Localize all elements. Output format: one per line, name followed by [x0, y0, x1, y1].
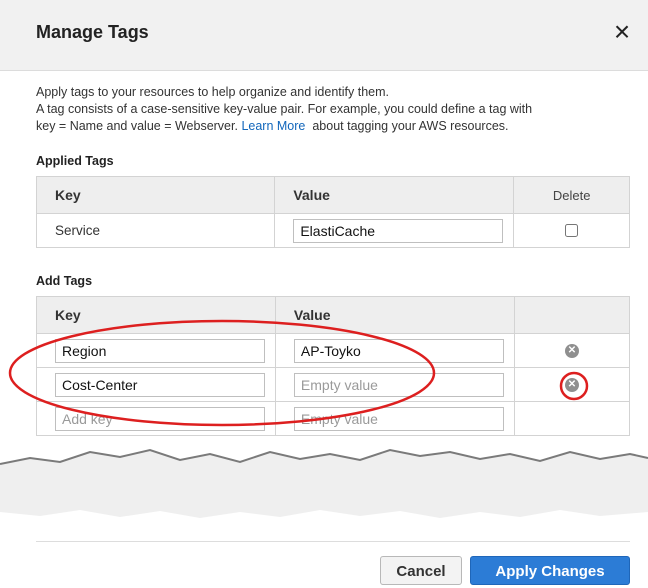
key-column-header: Key: [36, 296, 276, 334]
intro-line-3-pre: key = Name and value = Webserver.: [36, 119, 238, 133]
remove-circle-icon[interactable]: ✕: [564, 377, 579, 392]
table-row: Service: [35, 213, 630, 248]
add-key-input[interactable]: [55, 406, 265, 431]
delete-checkbox[interactable]: [565, 224, 579, 237]
applied-key-text: Service: [55, 223, 101, 238]
add-tags-table: Key Value ✕ ✕: [36, 296, 631, 436]
dialog-title: Manage Tags: [36, 22, 149, 42]
table-row: ✕: [36, 333, 631, 368]
tag-value-input[interactable]: [293, 372, 504, 397]
manage-tags-dialog: Manage Tags × Apply tags to your resourc…: [0, 0, 648, 588]
table-header-row: Key Value: [36, 296, 631, 334]
footer-divider: [36, 541, 630, 542]
value-column-header: Value: [274, 176, 515, 214]
remove-column-header: [513, 296, 631, 334]
intro-line-3: key = Name and value = Webserver. Learn …: [36, 118, 626, 135]
torn-edge-divider: [0, 448, 648, 542]
intro-line-3-post: about tagging your AWS resources.: [312, 119, 509, 133]
tag-value-input[interactable]: [293, 338, 504, 363]
dialog-header: Manage Tags ×: [0, 0, 648, 71]
apply-changes-button[interactable]: Apply Changes: [470, 556, 630, 585]
add-value-input[interactable]: [293, 406, 504, 431]
cancel-button[interactable]: Cancel: [380, 556, 462, 585]
value-column-header: Value: [274, 296, 515, 334]
table-row: [36, 401, 631, 436]
learn-more-link[interactable]: Learn More: [241, 119, 305, 133]
tag-key-input[interactable]: [55, 372, 265, 397]
close-icon[interactable]: ×: [608, 18, 636, 46]
key-column-header: Key: [35, 176, 276, 214]
table-row: ✕: [36, 367, 631, 402]
applied-tags-table: Key Value Delete Service: [35, 176, 630, 248]
table-header-row: Key Value Delete: [35, 176, 630, 214]
remove-circle-icon[interactable]: ✕: [564, 343, 579, 358]
tag-key-input[interactable]: [55, 338, 265, 363]
applied-tags-label: Applied Tags: [36, 154, 114, 168]
applied-value-input[interactable]: [293, 218, 504, 243]
delete-column-header: Delete: [513, 176, 630, 214]
intro-text: Apply tags to your resources to help org…: [36, 84, 626, 135]
intro-line-1: Apply tags to your resources to help org…: [36, 85, 389, 99]
intro-line-2: A tag consists of a case-sensitive key-v…: [36, 102, 533, 116]
add-tags-label: Add Tags: [36, 274, 93, 288]
